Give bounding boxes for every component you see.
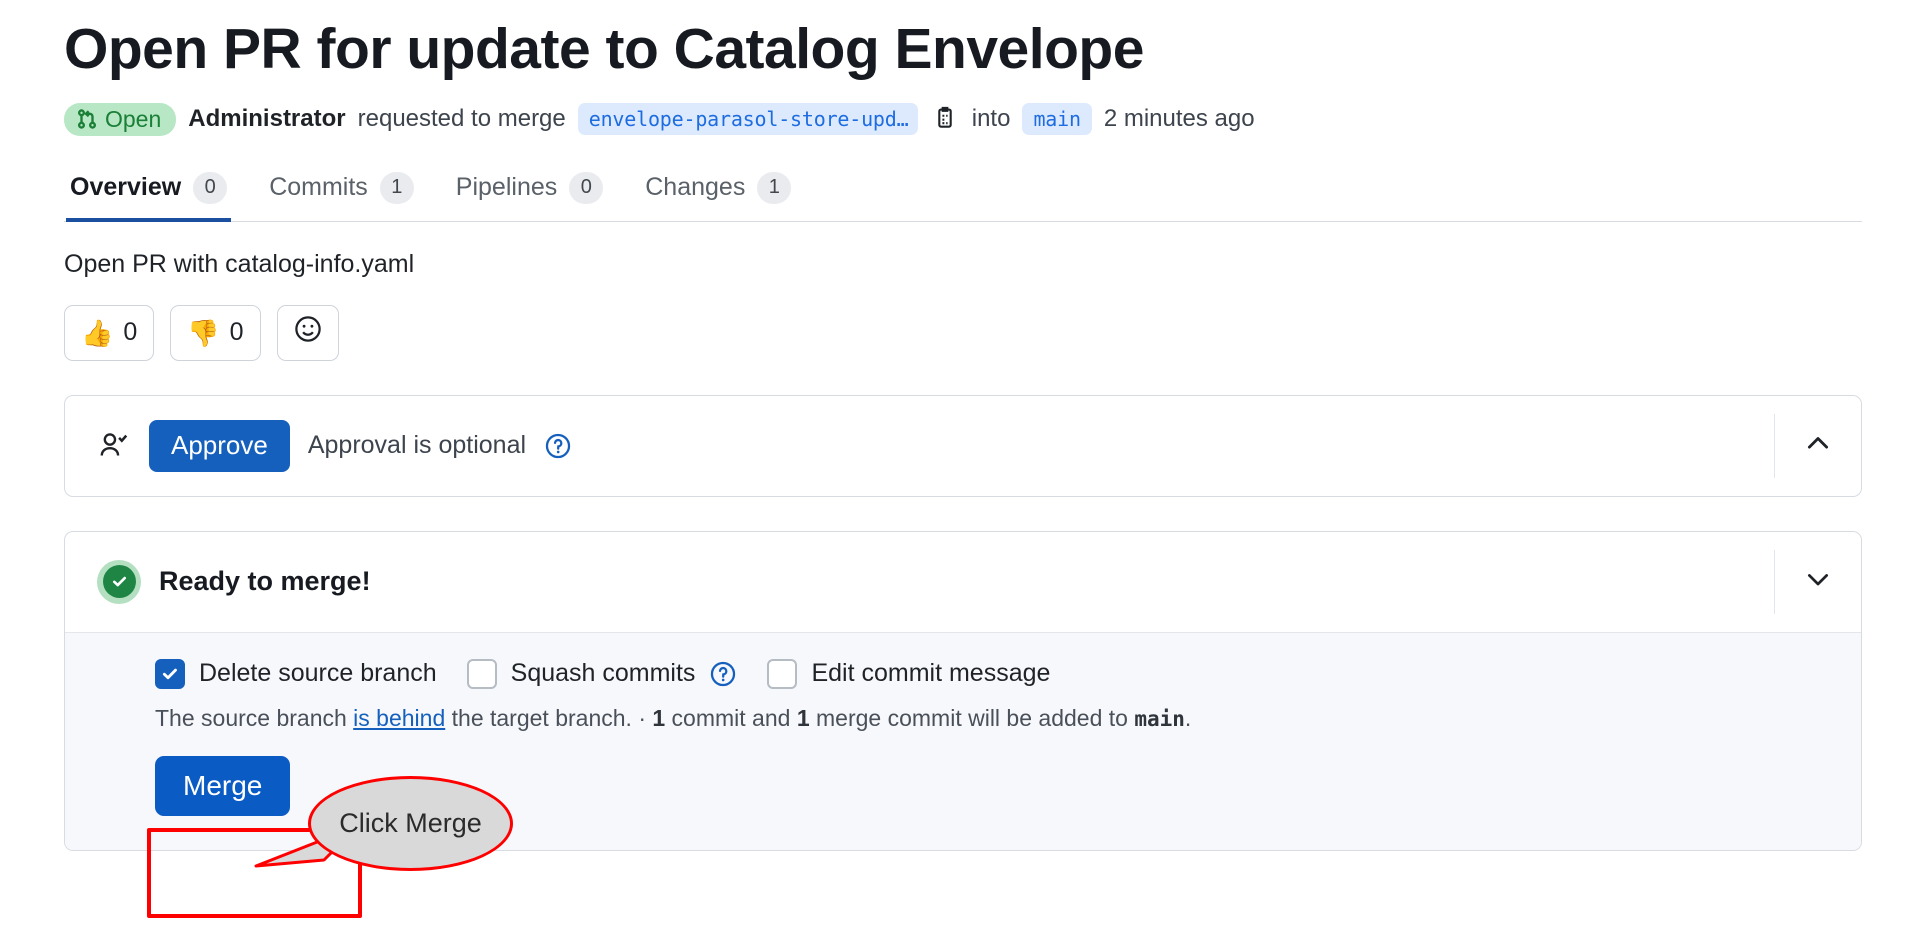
squash-commits-checkbox[interactable]: [466, 658, 497, 689]
merge-panel-header: Ready to merge!: [65, 532, 1861, 632]
tab-overview[interactable]: Overview 0: [66, 166, 232, 222]
smiley-face-icon: [293, 314, 323, 351]
option-delete-source-branch-label: Delete source branch: [199, 659, 437, 688]
reaction-thumbs-up-button[interactable]: 👍 0: [64, 304, 155, 361]
option-edit-commit-message[interactable]: Edit commit message: [767, 658, 1051, 689]
tab-changes-label: Changes: [645, 173, 746, 202]
approval-panel-header: Approve Approval is optional: [65, 396, 1861, 496]
behind-target-link[interactable]: is behind: [353, 705, 445, 731]
target-branch-chip[interactable]: main: [1022, 103, 1092, 136]
status-badge: Open: [64, 102, 177, 136]
merge-options-row: Delete source branch Squash commits Edit…: [155, 658, 1861, 689]
tab-overview-count: 0: [193, 171, 228, 204]
merge-desc-commit-count: 1: [652, 704, 666, 731]
option-squash-commits-label: Squash commits: [510, 659, 696, 688]
option-squash-commits[interactable]: Squash commits: [466, 658, 738, 689]
chevron-up-icon: [1803, 428, 1833, 463]
tab-overview-label: Overview: [70, 173, 182, 202]
tab-changes-count: 1: [757, 171, 792, 204]
merge-desc-part4: merge commit will be added to: [809, 704, 1135, 731]
tab-pipelines[interactable]: Pipelines 0: [452, 166, 607, 222]
page-title: Open PR for update to Catalog Envelope: [64, 17, 1144, 81]
reaction-thumbs-down-count: 0: [229, 318, 244, 347]
tab-pipelines-count: 0: [569, 171, 604, 204]
option-delete-source-branch[interactable]: Delete source branch: [155, 658, 437, 689]
into-text: into: [971, 105, 1011, 133]
status-badge-label: Open: [105, 105, 162, 132]
approve-button[interactable]: Approve: [149, 419, 290, 472]
merge-button[interactable]: Merge: [155, 755, 291, 816]
thumbs-up-icon: 👍: [81, 317, 114, 348]
copy-icon[interactable]: [932, 106, 958, 132]
expand-merge-button[interactable]: [1775, 532, 1861, 632]
tab-commits[interactable]: Commits 1: [265, 166, 418, 222]
merge-desc-end: .: [1184, 704, 1192, 731]
merge-desc-part1: The source branch: [155, 704, 354, 731]
pr-tab-bar: Overview 0 Commits 1 Pipelines 0 Changes…: [64, 166, 1862, 222]
edit-commit-message-checkbox[interactable]: [767, 658, 798, 689]
merge-desc-target-branch: main: [1134, 706, 1185, 731]
tab-pipelines-label: Pipelines: [455, 173, 558, 202]
instruction-callout-text: Click Merge: [339, 808, 482, 838]
collapse-approval-button[interactable]: [1775, 396, 1861, 496]
option-edit-commit-message-label: Edit commit message: [811, 659, 1051, 688]
approval-panel: Approve Approval is optional: [64, 394, 1862, 497]
pr-timestamp: 2 minutes ago: [1103, 105, 1255, 133]
merge-desc-part3: commit and: [665, 704, 797, 731]
pr-action-text: requested to merge: [357, 105, 566, 133]
reaction-bar: 👍 0 👎 0: [64, 304, 1862, 361]
pull-request-page: Open PR for update to Catalog Envelope O…: [0, 18, 1926, 928]
ready-to-merge-title: Ready to merge!: [159, 566, 371, 597]
pr-author: Administrator: [188, 105, 346, 133]
tab-changes[interactable]: Changes 1: [641, 166, 795, 222]
pr-description: Open PR with catalog-info.yaml: [64, 249, 415, 278]
check-circle-icon: [97, 559, 141, 604]
chevron-down-icon: [1803, 564, 1833, 599]
pull-request-icon: [76, 108, 98, 130]
reaction-thumbs-up-count: 0: [123, 318, 138, 347]
help-icon[interactable]: [544, 432, 572, 460]
approval-note: Approval is optional: [307, 431, 527, 460]
source-branch-chip[interactable]: envelope-parasol-store-upd…: [577, 103, 918, 136]
merge-description: The source branch is behind the target b…: [155, 705, 1861, 732]
pr-meta-row: Open Administrator requested to merge en…: [64, 102, 1862, 136]
merge-desc-merge-commit-count: 1: [796, 704, 810, 731]
user-check-icon: [97, 429, 131, 463]
delete-source-branch-checkbox[interactable]: [155, 658, 185, 689]
reaction-thumbs-down-button[interactable]: 👎 0: [170, 304, 261, 361]
squash-help-icon[interactable]: [709, 660, 737, 688]
instruction-callout: Click Merge: [308, 776, 513, 871]
add-reaction-button[interactable]: [276, 304, 339, 361]
merge-button-wrapper: Merge: [155, 755, 291, 816]
merge-desc-part2: the target branch. ·: [445, 704, 653, 731]
tab-commits-count: 1: [379, 171, 414, 204]
tab-commits-label: Commits: [269, 173, 368, 202]
thumbs-down-icon: 👎: [187, 317, 220, 348]
